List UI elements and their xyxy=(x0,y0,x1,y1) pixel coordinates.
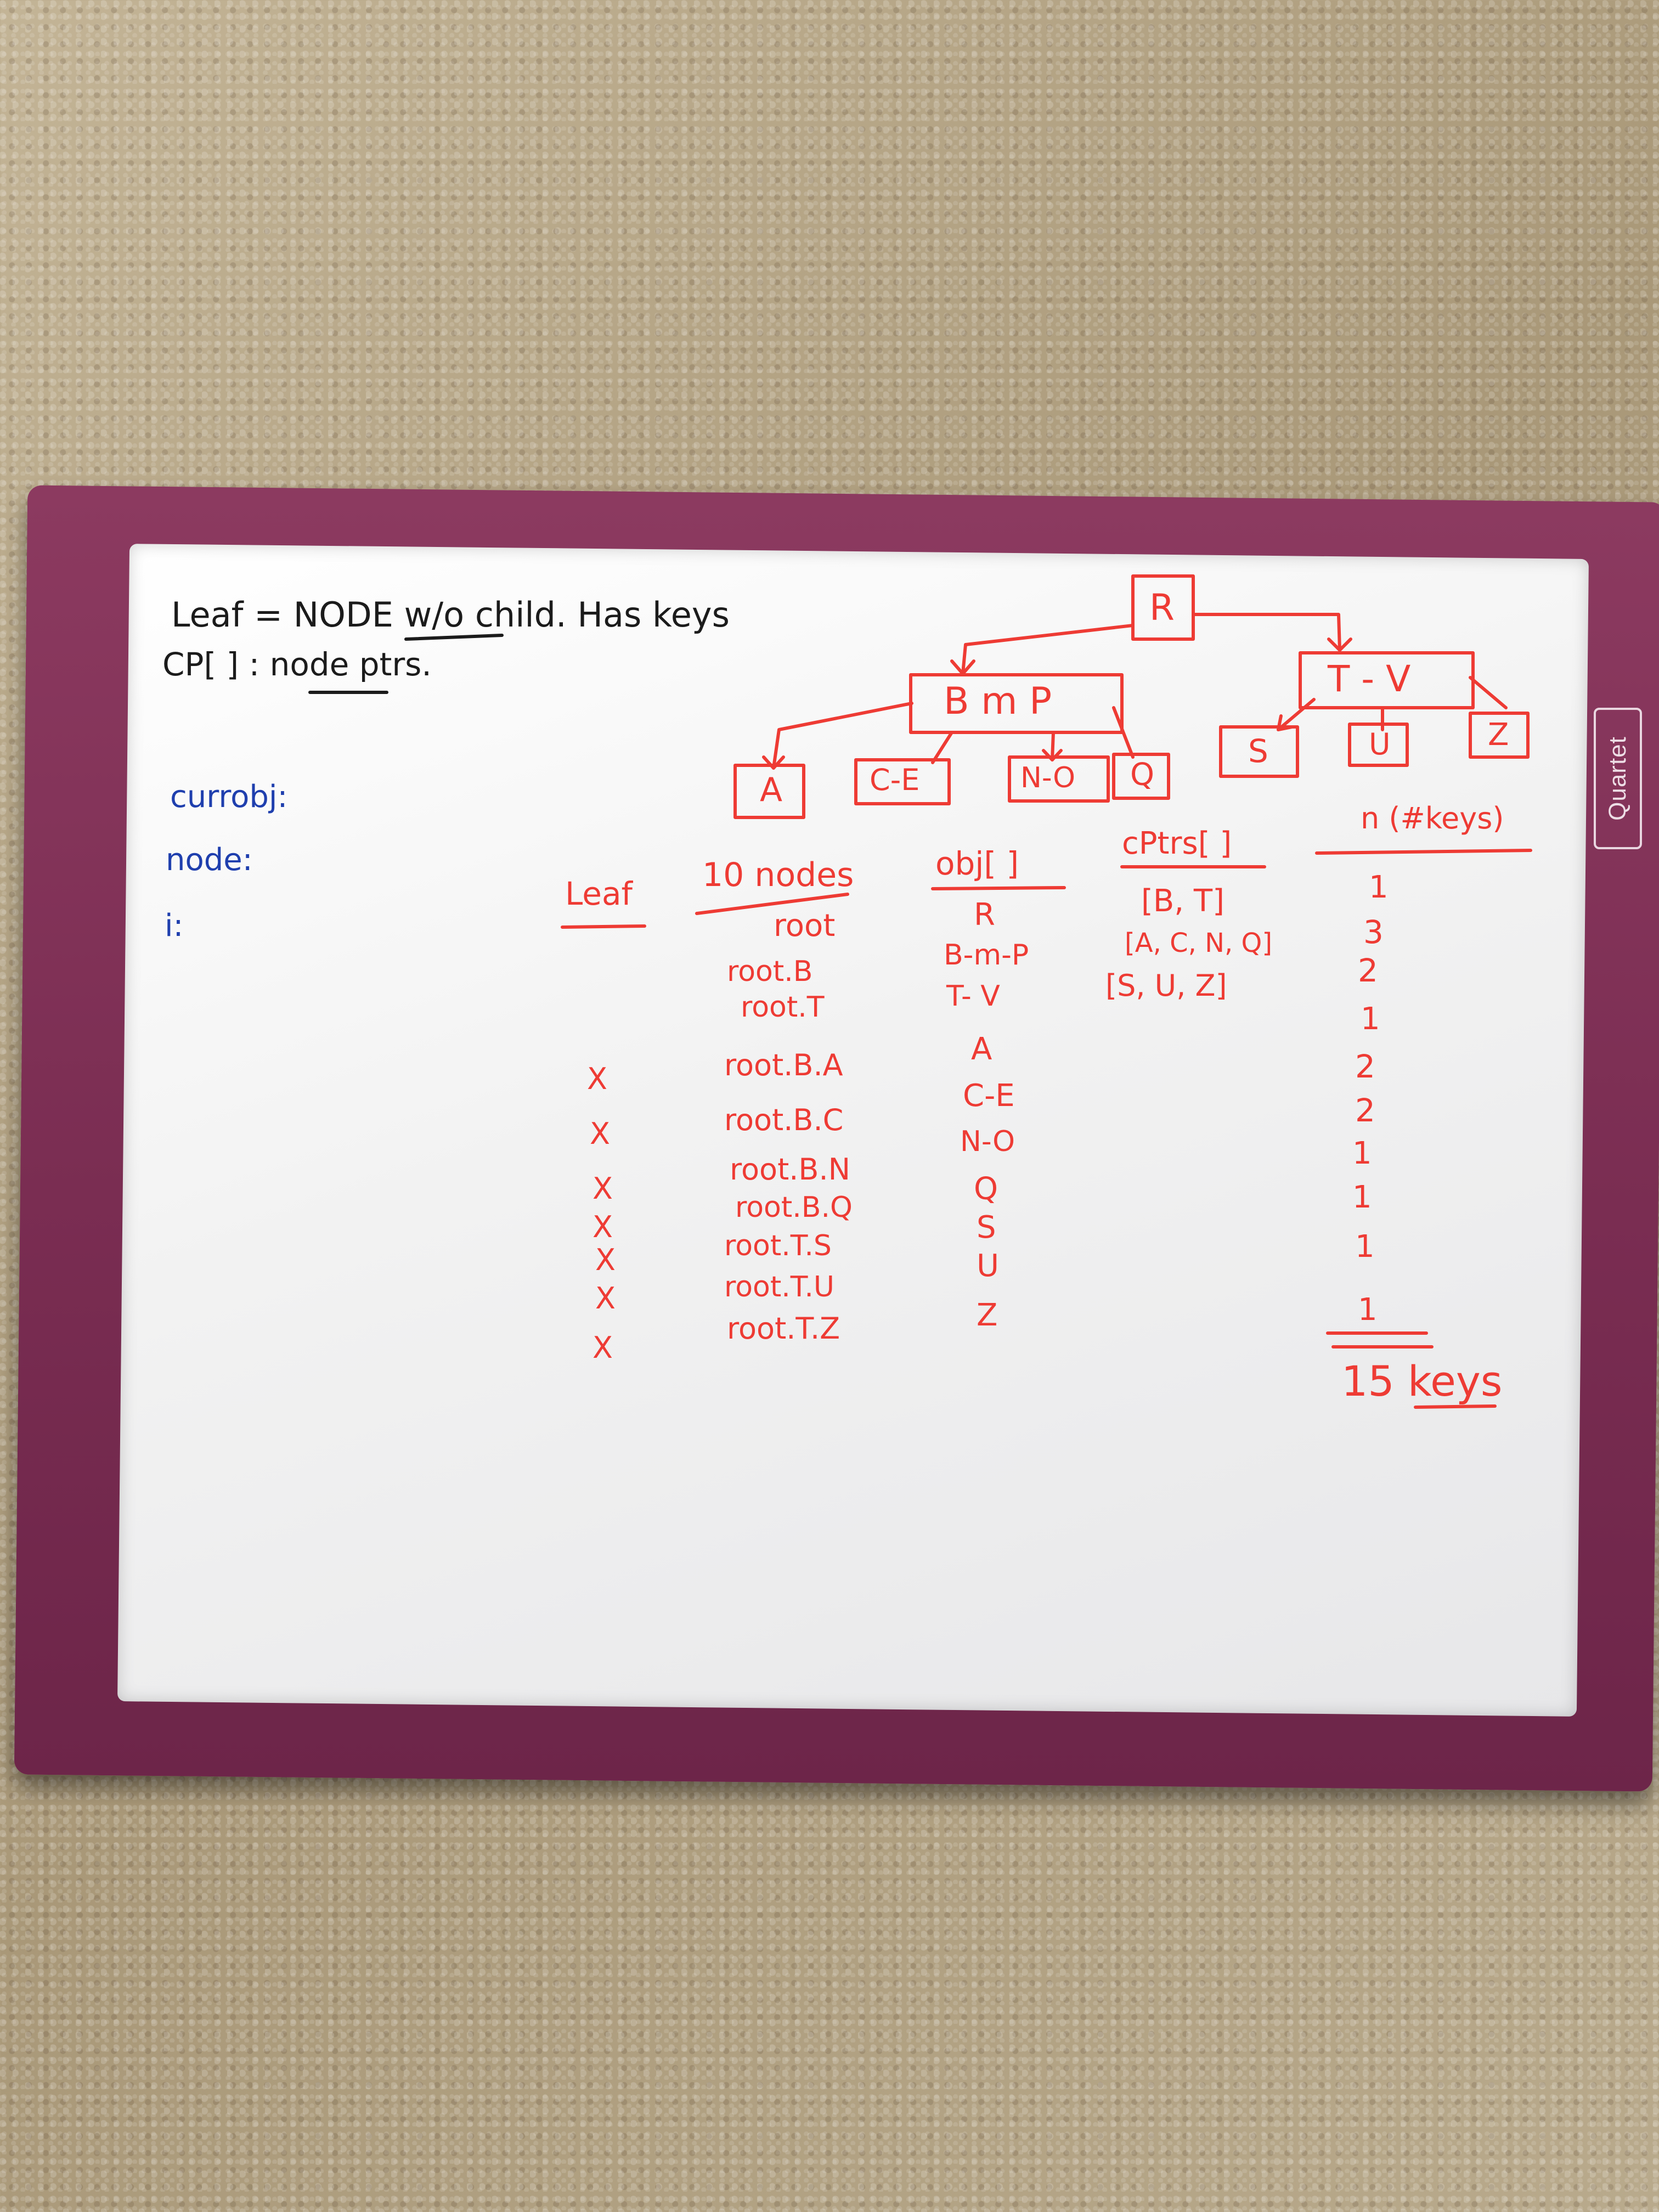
cell-node: root.T.Z xyxy=(727,1311,840,1346)
cell-obj: B-m-P xyxy=(944,939,1029,972)
cell-leaf-mark: X xyxy=(592,1210,613,1244)
cell-node: root xyxy=(774,908,836,944)
cell-leaf-mark: X xyxy=(595,1243,616,1277)
cell-obj: R xyxy=(974,897,995,933)
cell-obj: N-O xyxy=(960,1125,1015,1158)
cell-node: root.B.A xyxy=(724,1048,843,1082)
cell-obj: T- V xyxy=(946,980,1000,1013)
underline-nkeys xyxy=(1315,849,1532,855)
cell-n: 1 xyxy=(1369,870,1389,905)
cell-cptrs: [B, T] xyxy=(1141,883,1224,919)
cell-node: root.T xyxy=(741,991,825,1024)
cell-node: root.B.Q xyxy=(735,1191,853,1224)
cell-n: 2 xyxy=(1358,952,1378,989)
cell-n: 1 xyxy=(1361,1001,1380,1037)
cell-node: root.B.N xyxy=(730,1152,851,1187)
cell-node: root.B xyxy=(727,955,813,988)
cell-cptrs: [A, C, N, Q] xyxy=(1125,928,1273,958)
edge-root-left xyxy=(961,624,1135,675)
header-nkeys: n (#keys) xyxy=(1361,801,1504,836)
cell-obj: S xyxy=(977,1210,996,1245)
cell-leaf-mark: X xyxy=(592,1171,613,1206)
tree-root-label: R xyxy=(1149,586,1175,629)
cell-obj: U xyxy=(977,1248,999,1284)
tree-leaf-ce: C-E xyxy=(870,763,920,797)
tree-node-tv: T - V xyxy=(1328,658,1411,700)
cell-leaf-mark: X xyxy=(592,1330,613,1365)
cell-node: root.T.U xyxy=(724,1271,834,1304)
tree-leaf-z: Z xyxy=(1488,717,1509,753)
tree-leaf-s: S xyxy=(1248,732,1268,770)
underline-obj xyxy=(931,886,1066,890)
cell-obj: Q xyxy=(974,1171,998,1207)
cell-n: 1 xyxy=(1352,1180,1372,1215)
header-nodes: 10 nodes xyxy=(702,856,854,894)
cell-leaf-mark: X xyxy=(587,1062,607,1096)
edge-t-s xyxy=(1277,698,1316,731)
sum-line xyxy=(1326,1331,1434,1348)
tree-leaf-a: A xyxy=(760,771,783,809)
header-leaf: Leaf xyxy=(565,875,633,912)
underline-keys xyxy=(1414,1404,1497,1409)
cell-n: 2 xyxy=(1355,1048,1375,1085)
tree-leaf-no: N-O xyxy=(1020,761,1076,794)
cell-node: root.T.S xyxy=(724,1229,832,1262)
total-keys: 15 keys xyxy=(1341,1357,1503,1406)
cell-leaf-mark: X xyxy=(595,1281,616,1316)
tree-leaf-q: Q xyxy=(1130,757,1155,793)
cell-n: 2 xyxy=(1355,1092,1375,1129)
edge-root-right xyxy=(1192,613,1341,652)
header-cptrs: cPtrs[ ] xyxy=(1122,826,1232,861)
header-obj: obj[ ] xyxy=(935,845,1019,882)
tree-node-bmp: B m P xyxy=(944,680,1052,723)
cell-n: 1 xyxy=(1358,1292,1378,1328)
cell-node: root.B.C xyxy=(724,1103,844,1137)
cell-obj: C-E xyxy=(963,1078,1015,1114)
tree-leaf-u: U xyxy=(1369,727,1391,761)
cell-obj: Z xyxy=(977,1297,998,1333)
edge-b-ce xyxy=(931,731,953,764)
cell-n: 1 xyxy=(1355,1229,1375,1265)
underline-leaf xyxy=(561,924,646,929)
cell-n: 1 xyxy=(1352,1136,1372,1171)
underline-wo xyxy=(404,634,504,641)
cell-leaf-mark: X xyxy=(590,1116,610,1151)
cell-n: 3 xyxy=(1363,913,1384,951)
cell-obj: A xyxy=(971,1031,992,1067)
cell-cptrs: [S, U, Z] xyxy=(1105,968,1227,1003)
edge-v-z xyxy=(1469,676,1508,709)
